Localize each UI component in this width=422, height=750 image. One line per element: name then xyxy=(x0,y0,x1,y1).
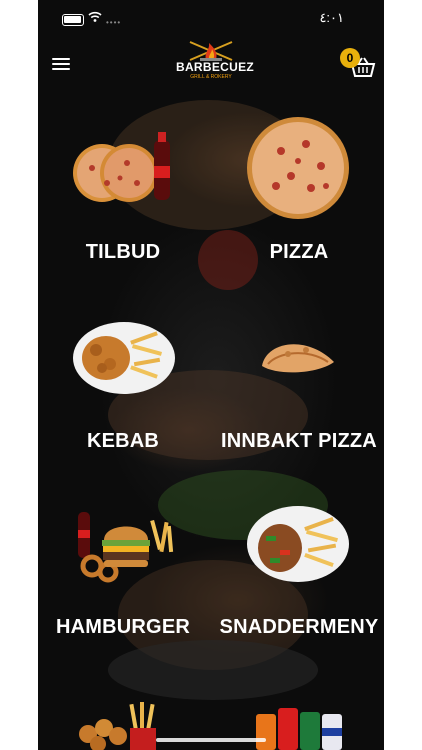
category-hamburger[interactable]: HAMBURGER xyxy=(38,500,208,650)
cart-count-badge[interactable]: 0 xyxy=(340,48,360,68)
category-tilbud[interactable]: TILBUD xyxy=(38,120,208,270)
brand-logo: BARBECUEZ GRILL & ROKERY xyxy=(176,38,255,92)
category-label: KEBAB xyxy=(86,430,160,452)
signal-icon: •••• xyxy=(106,18,122,27)
category-innbakt-pizza[interactable]: INNBAKT PIZZA xyxy=(214,310,384,460)
status-bar: •••• ٤:٠١ xyxy=(38,0,384,40)
kebab-plate-image xyxy=(73,322,175,394)
logo-tagline: GRILL & ROKERY xyxy=(190,74,232,80)
nuggets-fries-image xyxy=(79,702,156,750)
category-snaddermeny[interactable]: SNADDERMENY xyxy=(214,500,384,650)
drinks-image xyxy=(256,708,342,750)
hamburger-menu-image xyxy=(78,512,174,583)
pizza-image xyxy=(247,117,349,219)
tilbud-pizza-cola-image xyxy=(73,132,170,202)
category-label: TILBUD xyxy=(85,241,161,263)
category-label: HAMBURGER xyxy=(55,616,191,638)
category-pizza[interactable]: PIZZA xyxy=(214,117,384,270)
status-time: ٤:٠١ xyxy=(319,10,344,25)
category-label: SNADDERMENY xyxy=(219,616,379,638)
hamburger-menu-icon[interactable] xyxy=(52,58,70,72)
snaddermeny-plate-image xyxy=(247,506,349,582)
category-label: PIZZA xyxy=(269,241,329,263)
grill-flame-icon xyxy=(189,41,233,61)
calzone-image xyxy=(262,344,334,373)
category-label: INNBAKT PIZZA xyxy=(221,430,377,452)
category-kebab[interactable]: KEBAB xyxy=(38,310,208,460)
home-indicator[interactable] xyxy=(156,738,266,742)
logo-wordmark: BARBECUEZ xyxy=(176,60,255,74)
wifi-icon xyxy=(88,11,102,22)
battery-icon xyxy=(62,14,84,26)
app-screen: •••• ٤:٠١ BARBECUEZ GRILL & ROKERY 0 TIL… xyxy=(38,0,384,750)
